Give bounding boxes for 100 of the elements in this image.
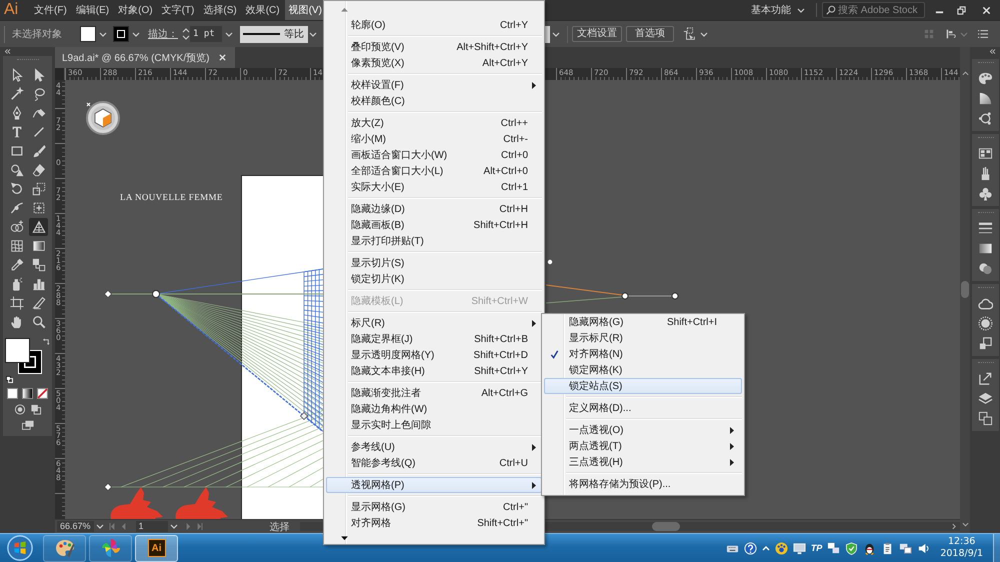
chevron-down-icon[interactable] xyxy=(225,32,233,36)
menu-item[interactable]: 参考线(U) xyxy=(326,439,542,455)
palette-icon[interactable] xyxy=(978,70,993,86)
draw-mode-icon[interactable] xyxy=(14,404,26,415)
menu-item[interactable]: 隐藏边缘(D) Ctrl+H xyxy=(326,201,542,217)
menu-bar-item[interactable]: 对象(O) xyxy=(114,0,157,20)
sunburst-icon[interactable] xyxy=(978,316,993,330)
menu-item[interactable]: 实际大小(E) Ctrl+1 xyxy=(326,179,542,195)
show-desktop-button[interactable] xyxy=(993,534,1000,562)
chevron-down-icon[interactable] xyxy=(552,32,560,36)
clock-date[interactable]: 2018/9/1 xyxy=(940,548,983,560)
menu-bar-item[interactable]: 文件(F) xyxy=(30,0,71,20)
vanishing-point-handle[interactable] xyxy=(152,290,160,298)
vertical-scrollbar[interactable] xyxy=(960,47,970,533)
chevron-down-icon[interactable] xyxy=(132,32,140,36)
overlapping-squares-icon[interactable] xyxy=(826,542,840,554)
menu-item[interactable]: 锁定网格(K) xyxy=(544,362,742,378)
menu-item[interactable]: 轮廓(O) Ctrl+Y xyxy=(326,17,542,33)
gradient-mode-icon[interactable] xyxy=(22,388,33,399)
artboard-field[interactable]: 1 xyxy=(136,521,168,532)
search-field[interactable]: 搜索 Adobe Stock xyxy=(822,2,925,18)
stroke-color-swatch[interactable] xyxy=(113,26,129,42)
color-mode-icon[interactable] xyxy=(7,388,18,399)
menu-item[interactable]: 对齐网格(N) xyxy=(544,346,742,362)
grid-handle[interactable] xyxy=(672,292,678,300)
vanishing-point-handle[interactable] xyxy=(622,292,628,300)
menu-item[interactable]: 智能参考线(Q) Ctrl+U xyxy=(326,455,542,471)
menu-item[interactable]: 一点透视(O) xyxy=(544,422,742,438)
club-icon[interactable] xyxy=(978,186,993,200)
chevron-down-icon[interactable] xyxy=(96,524,104,529)
close-icon[interactable] xyxy=(219,54,226,61)
menu-bar-item[interactable]: 编辑(E) xyxy=(72,0,114,20)
overlapping-circles-icon[interactable] xyxy=(978,260,993,276)
stroke-profile-dropdown[interactable]: 等比 xyxy=(240,26,318,42)
monitor-icon[interactable] xyxy=(793,542,806,554)
chevron-up-icon[interactable] xyxy=(762,545,770,551)
stroke-lines-icon[interactable] xyxy=(978,220,993,236)
workspace-switcher[interactable]: 基本功能 xyxy=(745,3,811,17)
dot-grid-icon[interactable] xyxy=(924,29,934,39)
menu-item[interactable]: 将网格存储为预设(P)... xyxy=(544,476,742,492)
menu-item[interactable]: 隐藏定界框(J) Shift+Ctrl+B xyxy=(326,331,542,347)
collapse-icon[interactable] xyxy=(989,49,996,54)
scroll-thumb[interactable] xyxy=(961,281,969,298)
chevron-down-icon[interactable] xyxy=(99,32,107,36)
collapse-icon[interactable] xyxy=(4,49,11,54)
grid-handle[interactable] xyxy=(104,483,112,491)
help-icon[interactable] xyxy=(744,542,758,554)
swap-arrow-icon[interactable] xyxy=(43,338,50,345)
screen-mode-icon[interactable] xyxy=(22,420,34,431)
style-dropdown[interactable] xyxy=(545,26,550,42)
menu-bar-item[interactable]: 选择(S) xyxy=(199,0,241,20)
fill-stroke-swatch-icon[interactable] xyxy=(5,338,42,375)
connected-circle-icon[interactable] xyxy=(978,110,993,126)
stroke-weight-field[interactable]: 1 pt xyxy=(190,26,222,42)
grid-handle[interactable] xyxy=(104,290,112,298)
menu-item[interactable]: 显示打印拼贴(T) xyxy=(326,233,542,249)
control-button[interactable]: 首选项 xyxy=(626,26,674,42)
scroll-up-icon[interactable] xyxy=(962,71,968,76)
zoom-field[interactable]: 66.67% xyxy=(57,521,94,532)
control-button[interactable]: 文档设置 xyxy=(572,26,622,42)
scroll-down-icon[interactable] xyxy=(340,536,349,540)
speaker-icon[interactable] xyxy=(916,542,930,554)
menu-item[interactable]: 显示切片(S) xyxy=(326,255,542,271)
menu-item[interactable]: 标尺(R) xyxy=(326,315,542,331)
chevron-down-icon[interactable] xyxy=(170,524,178,529)
overlapping-squares-icon[interactable] xyxy=(978,336,993,350)
tray-text-icon[interactable]: TP xyxy=(810,543,822,553)
menu-bar-item[interactable]: 效果(C) xyxy=(242,0,284,20)
chevron-down-icon[interactable] xyxy=(700,32,708,36)
draw-behind-icon[interactable] xyxy=(30,404,42,415)
export-icon[interactable] xyxy=(978,370,993,386)
menu-bar-item[interactable]: 视图(V) xyxy=(284,0,326,20)
menu-item[interactable]: 隐藏画板(B) Shift+Ctrl+H xyxy=(326,217,542,233)
menu-item[interactable]: 锁定站点(S) xyxy=(544,378,742,394)
perspective-grid-icon[interactable] xyxy=(29,218,48,236)
menu-item[interactable]: 放大(Z) Ctrl++ xyxy=(326,115,542,131)
taskbar-button[interactable] xyxy=(43,534,86,562)
windows-start-icon[interactable] xyxy=(5,534,35,562)
spinner-arrows-icon[interactable] xyxy=(182,27,190,41)
plane-widget-icon[interactable] xyxy=(86,101,120,135)
arrange-icon[interactable] xyxy=(683,27,697,41)
menu-item[interactable]: 隐藏边角构件(W) xyxy=(326,401,542,417)
menu-item[interactable]: 透视网格(P) xyxy=(326,477,542,493)
taskbar-button[interactable] xyxy=(89,534,132,562)
menu-item[interactable]: 显示透明度网格(Y) Shift+Ctrl+D xyxy=(326,347,542,363)
menu-item[interactable]: 缩小(M) Ctrl+- xyxy=(326,131,542,147)
fill-color-swatch[interactable] xyxy=(80,26,96,42)
menu-item[interactable]: 隐藏网格(G) Shift+Ctrl+I xyxy=(544,314,742,330)
document-tab[interactable]: L9ad.ai* @ 66.67% (CMYK/预览) xyxy=(55,47,236,68)
menu-item[interactable]: 对齐网格 Shift+Ctrl+" xyxy=(326,515,542,531)
menu-item[interactable]: 锁定切片(K) xyxy=(326,271,542,287)
scroll-up-icon[interactable] xyxy=(340,6,349,12)
menu-item[interactable]: 校样颜色(C) xyxy=(326,93,542,109)
menu-item[interactable]: 两点透视(T) xyxy=(544,438,742,454)
none-swatch-icon[interactable] xyxy=(37,388,48,399)
align-icon[interactable] xyxy=(946,29,956,39)
default-colors-icon[interactable] xyxy=(6,376,13,383)
paw-icon[interactable] xyxy=(775,542,788,554)
stroke-link[interactable]: 描边： xyxy=(148,27,180,41)
menu-item[interactable]: 校样设置(F) xyxy=(326,77,542,93)
